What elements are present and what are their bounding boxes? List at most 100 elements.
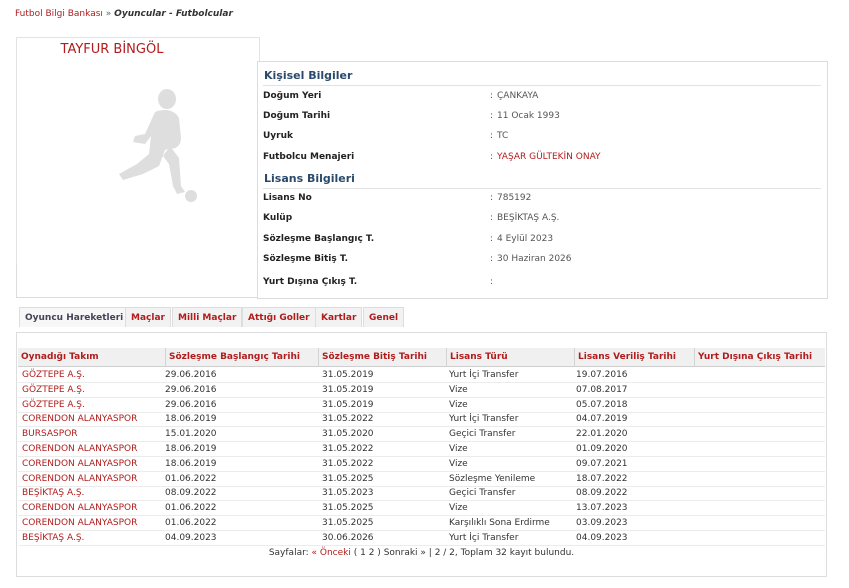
- contract-start-cell: 01.06.2022: [165, 503, 217, 514]
- license-type-cell: Sözleşme Yenileme: [449, 473, 536, 484]
- info-colon: :: [490, 131, 494, 141]
- contract-end-cell: 31.05.2023: [322, 488, 374, 499]
- contract-end-cell: 31.05.2025: [322, 473, 374, 484]
- contract-start-cell: 18.06.2019: [165, 458, 217, 469]
- column-header[interactable]: Yurt Dışına Çıkış Tarihi: [694, 348, 824, 366]
- info-row-contract-end: Sözleşme Bitiş T. : 30 Haziran 2026: [263, 254, 823, 268]
- team-link[interactable]: CORENDON ALANYASPOR: [22, 442, 137, 456]
- contract-end-cell: 31.05.2020: [322, 429, 374, 440]
- info-colon: :: [490, 234, 494, 244]
- info-colon: :: [490, 91, 494, 101]
- info-label: Uyruk: [263, 131, 294, 141]
- info-colon: :: [490, 254, 494, 264]
- player-silhouette-icon: [119, 89, 197, 202]
- contract-end-cell: 31.05.2022: [322, 458, 374, 469]
- info-label: Doğum Yeri: [263, 91, 322, 101]
- license-type-cell: Yurt İçi Transfer: [449, 532, 519, 543]
- info-value: 4 Eylül 2023: [497, 234, 554, 244]
- contract-end-cell: 31.05.2022: [322, 444, 374, 454]
- pagination-pages[interactable]: ( 1 2 ): [354, 548, 381, 558]
- pagination-next-link[interactable]: Sonraki »: [384, 548, 426, 558]
- license-date-cell: 05.07.2018: [576, 399, 628, 410]
- column-header[interactable]: Lisans Veriliş Tarihi: [574, 348, 694, 366]
- column-header[interactable]: Oynadığı Takım: [18, 348, 164, 366]
- info-colon: :: [490, 213, 494, 223]
- contract-start-cell: 01.06.2022: [165, 518, 217, 528]
- info-label: Yurt Dışına Çıkış T.: [263, 277, 358, 287]
- info-label: Sözleşme Başlangıç T.: [263, 234, 375, 244]
- column-header[interactable]: Sözleşme Başlangıç Tarihi: [165, 348, 318, 366]
- license-type-cell: Karşılıklı Sona Erdirme: [449, 518, 550, 528]
- info-row-club: Kulüp : BEŞİKTAŞ A.Ş.: [263, 213, 823, 227]
- info-row-birthdate: Doğum Tarihi : 11 Ocak 1993: [263, 111, 823, 125]
- table-row: GÖZTEPE A.Ş. 29.06.2016 31.05.2019 Yurt İçi…: [18, 368, 825, 383]
- team-link[interactable]: BEŞİKTAŞ A.Ş.: [22, 531, 84, 545]
- tab-cards[interactable]: Kartlar: [315, 307, 363, 327]
- tab-player-movements[interactable]: Oyuncu Hareketleri: [19, 307, 130, 327]
- info-row-birthplace: Doğum Yeri : ÇANKAYA: [263, 91, 823, 105]
- table-row: BEŞİKTAŞ A.Ş. 04.09.2023 30.06.2026 Yurt İç…: [18, 531, 825, 546]
- contract-end-cell: 31.05.2019: [322, 370, 374, 380]
- info-row-nationality: Uyruk : TC: [263, 131, 823, 145]
- info-value: 11 Ocak 1993: [497, 111, 560, 121]
- info-label: Sözleşme Bitiş T.: [263, 254, 349, 264]
- contract-start-cell: 18.06.2019: [165, 414, 217, 425]
- info-value: TC: [497, 131, 509, 141]
- license-date-cell: 19.07.2016: [576, 370, 628, 380]
- contract-end-cell: 31.05.2025: [322, 503, 374, 514]
- table-row: GÖZTEPE A.Ş. 29.06.2016 31.05.2019 Vize 07.0…: [18, 383, 825, 398]
- table-row: BURSASPOR 15.01.2020 31.05.2020 Geçici Tran…: [18, 427, 825, 443]
- license-date-cell: 13.07.2023: [576, 503, 628, 514]
- pagination-summary: | 2 / 2, Toplam 32 kayıt bulundu.: [428, 548, 575, 558]
- tab-matches[interactable]: Maçlar: [125, 307, 171, 327]
- team-link[interactable]: GÖZTEPE A.Ş.: [22, 368, 85, 382]
- license-date-cell: 03.09.2023: [576, 518, 628, 528]
- info-colon: :: [490, 111, 494, 121]
- license-type-cell: Vize: [449, 503, 468, 514]
- team-link[interactable]: GÖZTEPE A.Ş.: [22, 383, 85, 397]
- column-header[interactable]: Sözleşme Bitiş Tarihi: [318, 348, 446, 366]
- team-link[interactable]: CORENDON ALANYASPOR: [22, 412, 137, 426]
- player-movements-table: Oynadığı Takım Sözleşme Başlangıç Tarihi…: [16, 332, 827, 577]
- info-row-agent: Futbolcu Menajeri : YAŞAR GÜLTEKİN ONAY: [263, 152, 823, 166]
- tab-general[interactable]: Genel: [363, 307, 405, 327]
- team-link[interactable]: CORENDON ALANYASPOR: [22, 501, 137, 515]
- table-row: CORENDON ALANYASPOR 01.06.2022 31.05.2025 V…: [18, 501, 825, 517]
- team-link[interactable]: BURSASPOR: [22, 427, 78, 441]
- breadcrumb-separator: »: [105, 9, 112, 19]
- team-link[interactable]: BEŞİKTAŞ A.Ş.: [22, 486, 84, 500]
- info-row-contract-start: Sözleşme Başlangıç T. : 4 Eylül 2023: [263, 234, 823, 248]
- table-row: BEŞİKTAŞ A.Ş. 08.09.2022 31.05.2023 Geçici …: [18, 486, 825, 502]
- tab-national-matches[interactable]: Milli Maçlar: [172, 307, 243, 327]
- table-header: Oynadığı Takım Sözleşme Başlangıç Tarihi…: [18, 348, 825, 367]
- team-link[interactable]: GÖZTEPE A.Ş.: [22, 398, 85, 412]
- license-type-cell: Vize: [449, 458, 468, 469]
- license-type-cell: Vize: [449, 384, 468, 395]
- player-info-panel: Kişisel Bilgiler Doğum Yeri : ÇANKAYA Do…: [257, 61, 828, 299]
- team-link[interactable]: CORENDON ALANYASPOR: [22, 472, 137, 486]
- contract-start-cell: 29.06.2016: [165, 370, 217, 380]
- license-type-cell: Geçici Transfer: [449, 429, 516, 440]
- table-row: CORENDON ALANYASPOR 18.06.2019 31.05.2022 Y…: [18, 412, 825, 428]
- player-photo-panel: TAYFUR BİNGÖL: [16, 37, 260, 266]
- agent-link[interactable]: YAŞAR GÜLTEKİN ONAY: [497, 152, 601, 162]
- team-link[interactable]: CORENDON ALANYASPOR: [22, 457, 137, 471]
- info-label: Futbolcu Menajeri: [263, 152, 355, 162]
- license-type-cell: Vize: [449, 399, 468, 410]
- contract-end-cell: 31.05.2025: [322, 518, 374, 528]
- license-type-cell: Yurt İçi Transfer: [449, 370, 519, 380]
- breadcrumb-current: Oyuncular - Futbolcular: [114, 9, 233, 19]
- info-colon: :: [490, 277, 494, 287]
- tab-goals[interactable]: Attığı Goller: [242, 307, 316, 327]
- license-date-cell: 04.09.2023: [576, 532, 628, 543]
- column-header[interactable]: Lisans Türü: [446, 348, 574, 366]
- license-info-title: Lisans Bilgileri: [264, 172, 355, 185]
- table-row: CORENDON ALANYASPOR 18.06.2019 31.05.2022 V…: [18, 457, 825, 472]
- pagination-prev-link[interactable]: « Önceki: [312, 548, 351, 558]
- contract-end-cell: 31.05.2022: [322, 414, 374, 425]
- info-value: BEŞİKTAŞ A.Ş.: [497, 213, 560, 223]
- team-link[interactable]: CORENDON ALANYASPOR: [22, 516, 137, 530]
- breadcrumb-home-link[interactable]: Futbol Bilgi Bankası: [15, 9, 103, 19]
- info-label: Doğum Tarihi: [263, 111, 331, 121]
- info-label: Lisans No: [263, 193, 312, 203]
